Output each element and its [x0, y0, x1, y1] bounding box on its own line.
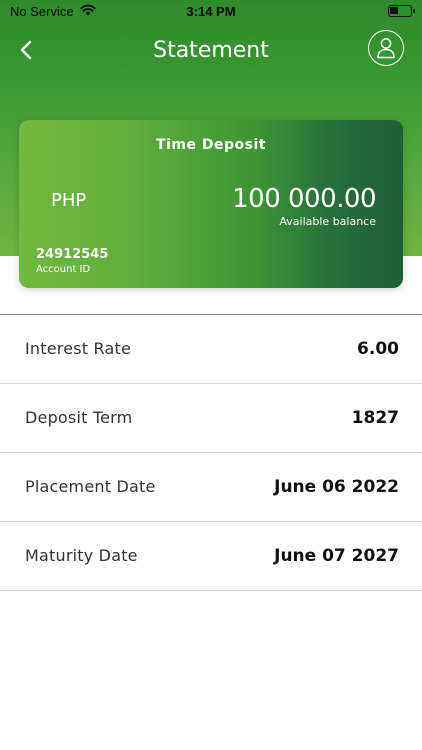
currency-label: PHP: [51, 190, 87, 211]
account-id-label: Account ID: [36, 264, 91, 275]
user-icon: [377, 38, 395, 59]
detail-value: 6.00: [357, 339, 399, 359]
status-bar: No Service 3:14 PM: [0, 0, 422, 24]
balance-label: Available balance: [279, 215, 376, 228]
detail-row-interest-rate: Interest Rate 6.00: [0, 315, 422, 384]
account-id: 24912545: [36, 247, 109, 262]
detail-value: June 06 2022: [274, 477, 399, 497]
battery-icon: [388, 5, 415, 17]
status-time: 3:14 PM: [186, 4, 236, 19]
page-title: Statement: [153, 38, 269, 63]
detail-value: June 07 2027: [274, 546, 399, 566]
battery-level: [390, 7, 398, 14]
detail-label: Deposit Term: [25, 408, 133, 427]
detail-label: Interest Rate: [25, 339, 132, 358]
detail-row-deposit-term: Deposit Term 1827: [0, 384, 422, 453]
detail-value: 1827: [351, 408, 399, 428]
card-title: Time Deposit: [156, 137, 266, 153]
profile-button[interactable]: [368, 30, 404, 66]
detail-row-maturity-date: Maturity Date June 07 2027: [0, 522, 422, 591]
detail-row-placement-date: Placement Date June 06 2022: [0, 453, 422, 522]
balance-amount: 100 000.00: [232, 184, 376, 214]
detail-label: Placement Date: [25, 477, 156, 496]
details-list: Interest Rate 6.00 Deposit Term 1827 Pla…: [0, 314, 422, 591]
nav-bar: Statement: [0, 26, 422, 76]
detail-label: Maturity Date: [25, 546, 138, 565]
account-card[interactable]: Time Deposit PHP 100 000.00 Available ba…: [19, 120, 403, 288]
